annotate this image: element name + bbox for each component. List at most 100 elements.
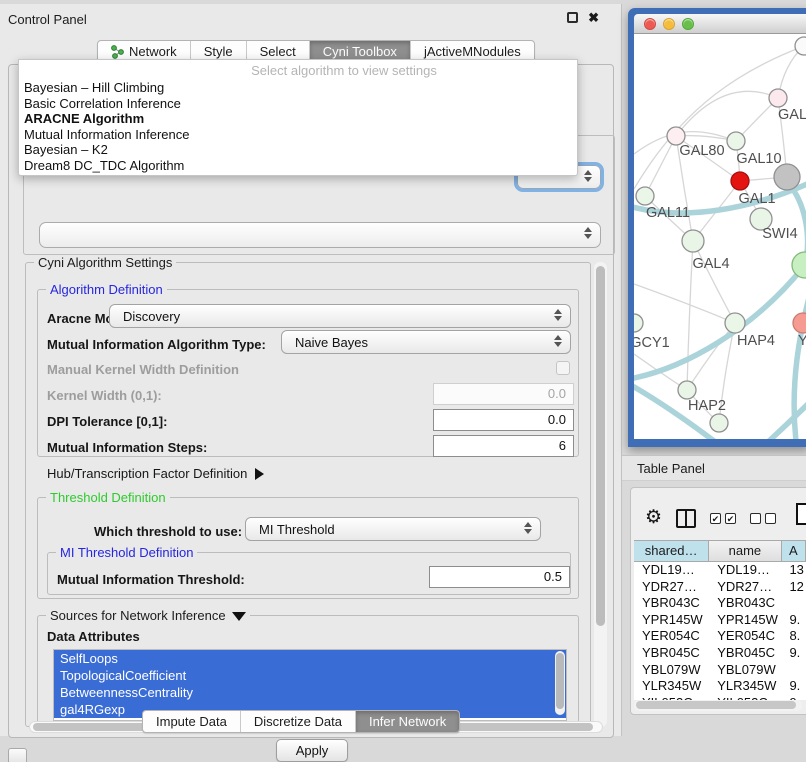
mi-type-select[interactable]: Naive Bayes: [281, 330, 571, 354]
network-node-y[interactable]: [793, 313, 806, 333]
dropdown-item[interactable]: Dream8 DC_TDC Algorithm: [19, 158, 577, 174]
dropdown-item[interactable]: Bayesian – Hill Climbing: [19, 80, 577, 96]
column-header[interactable]: name: [709, 541, 781, 561]
table-horizontal-scrollbar[interactable]: [634, 700, 802, 711]
mi-threshold-field[interactable]: 0.5: [429, 566, 570, 588]
document-icon[interactable]: [796, 503, 806, 525]
column-header[interactable]: shared…: [634, 541, 709, 561]
attribute-list-item[interactable]: BetweennessCentrality: [54, 684, 566, 701]
unchecked-pair-icon[interactable]: [750, 513, 776, 524]
network-node-gal[interactable]: [769, 89, 787, 107]
hub-definition-disclosure[interactable]: Hub/Transcription Factor Definition: [47, 466, 264, 481]
table-combobox-edge[interactable]: [39, 222, 601, 248]
network-node-gal1[interactable]: [731, 172, 749, 190]
aracne-mode-value: Discovery: [123, 309, 180, 324]
sources-disclosure[interactable]: Sources for Network Inference: [46, 608, 250, 623]
table-row[interactable]: YLR345WYLR345W9.: [634, 678, 806, 695]
network-node-hap2[interactable]: [678, 381, 696, 399]
dropdown-item[interactable]: Mutual Information Inference: [19, 127, 577, 143]
attribute-list-item[interactable]: TopologicalCoefficient: [54, 667, 566, 684]
apply-button[interactable]: Apply: [276, 739, 348, 762]
float-window-icon[interactable]: [567, 12, 578, 23]
minimize-traffic-light-icon[interactable]: [663, 18, 675, 30]
tab-label: Infer Network: [369, 714, 446, 729]
table-row[interactable]: YBL079WYBL079W: [634, 662, 806, 679]
network-canvas[interactable]: GALGAL80GAL10GAL1GAL11SWI4GAL4GCY1HAP4YH…: [634, 34, 806, 439]
dropdown-item[interactable]: Basic Correlation Inference: [19, 96, 577, 112]
table-cell: 13: [781, 562, 806, 579]
tab-discretize-data[interactable]: Discretize Data: [240, 711, 355, 732]
stepper-arrows-icon: [524, 522, 532, 534]
network-node-gal4[interactable]: [682, 230, 704, 252]
network-edge-thick: [769, 396, 806, 439]
gear-icon[interactable]: ⚙: [645, 509, 662, 527]
scrollbar-thumb[interactable]: [596, 266, 605, 626]
close-traffic-light-icon[interactable]: [644, 18, 656, 30]
network-window-titlebar[interactable]: [634, 14, 806, 34]
columns-icon[interactable]: [676, 509, 696, 528]
table-header-row[interactable]: shared…nameA: [634, 540, 806, 562]
table-cell: YER054C: [634, 628, 709, 645]
dropdown-item[interactable]: Bayesian – K2: [19, 142, 577, 158]
node-table[interactable]: shared…nameA YDL19…YDL19…13YDR27…YDR27…1…: [634, 540, 806, 700]
table-row[interactable]: YPR145WYPR145W9.: [634, 612, 806, 629]
network-node-gal10[interactable]: [727, 132, 745, 150]
mi-type-label: Mutual Information Algorithm Type:: [47, 337, 266, 352]
attribute-list-item[interactable]: SelfLoops: [54, 650, 566, 667]
tab-impute-data[interactable]: Impute Data: [143, 711, 240, 732]
table-row[interactable]: YBR043CYBR043C: [634, 595, 806, 612]
scrollbar-thumb[interactable]: [556, 653, 564, 709]
zoom-traffic-light-icon[interactable]: [682, 18, 694, 30]
table-cell: YPR145W: [634, 612, 709, 629]
which-threshold-value: MI Threshold: [259, 522, 335, 537]
table-cell: YBL079W: [634, 662, 709, 679]
tab-label: Network: [129, 44, 177, 59]
tab-infer-network[interactable]: Infer Network: [355, 711, 459, 732]
table-row[interactable]: YDR27…YDR27…12: [634, 579, 806, 596]
settings-vertical-scrollbar[interactable]: [594, 262, 607, 727]
manual-kernel-checkbox[interactable]: [556, 361, 570, 375]
group-title: Algorithm Definition: [46, 282, 167, 297]
checked-pair-icon[interactable]: ✔✔: [710, 513, 736, 524]
network-node-hap4[interactable]: [725, 313, 745, 333]
node-label: GAL1: [738, 191, 775, 207]
dropdown-placeholder: Select algorithm to view settings: [19, 60, 577, 80]
which-threshold-label: Which threshold to use:: [94, 524, 242, 539]
sources-title: Sources for Network Inference: [50, 608, 226, 623]
column-header[interactable]: A: [782, 541, 806, 561]
kernel-width-field[interactable]: 0.0: [433, 383, 574, 405]
table-cell: YBR045C: [634, 645, 709, 662]
panel-corner-button[interactable]: [8, 748, 27, 762]
stepper-arrows-icon: [554, 335, 562, 347]
network-view-window: GALGAL80GAL10GAL1GAL11SWI4GAL4GCY1HAP4YH…: [628, 8, 806, 447]
table-row[interactable]: YER054CYER054C8.: [634, 628, 806, 645]
table-cell: 9.: [781, 645, 806, 662]
aracne-mode-select[interactable]: Discovery: [109, 304, 571, 328]
mi-steps-field[interactable]: 6: [433, 435, 574, 457]
table-cell: [781, 662, 806, 679]
node-label: GAL10: [736, 151, 781, 167]
network-node[interactable]: [774, 164, 800, 190]
tab-label: Discretize Data: [254, 714, 342, 729]
dpi-tolerance-field[interactable]: 0.0: [433, 409, 574, 431]
network-node-gal11[interactable]: [636, 187, 654, 205]
control-panel-title: Control Panel: [8, 12, 87, 27]
dropdown-item[interactable]: ARACNE Algorithm: [19, 111, 577, 127]
list-vertical-scrollbar[interactable]: [555, 651, 565, 715]
node-label: GAL11: [646, 205, 690, 221]
network-node[interactable]: [710, 414, 728, 432]
table-row[interactable]: YDL19…YDL19…13: [634, 562, 806, 579]
close-icon[interactable]: ✖: [588, 12, 599, 23]
network-node-gcy1[interactable]: [634, 314, 643, 332]
kernel-width-label: Kernel Width (0,1):: [47, 388, 162, 403]
table-row[interactable]: YBR045CYBR045C9.: [634, 645, 806, 662]
stepper-arrows-icon: [584, 227, 592, 239]
mi-type-value: Naive Bayes: [295, 335, 368, 350]
scrollbar-thumb[interactable]: [636, 701, 796, 709]
table-cell: YDR27…: [709, 579, 781, 596]
table-cell: YDL19…: [634, 562, 709, 579]
network-node[interactable]: [795, 37, 806, 55]
stepper-arrows-icon: [554, 309, 562, 321]
which-threshold-select[interactable]: MI Threshold: [245, 517, 541, 541]
table-cell: 9.: [781, 612, 806, 629]
